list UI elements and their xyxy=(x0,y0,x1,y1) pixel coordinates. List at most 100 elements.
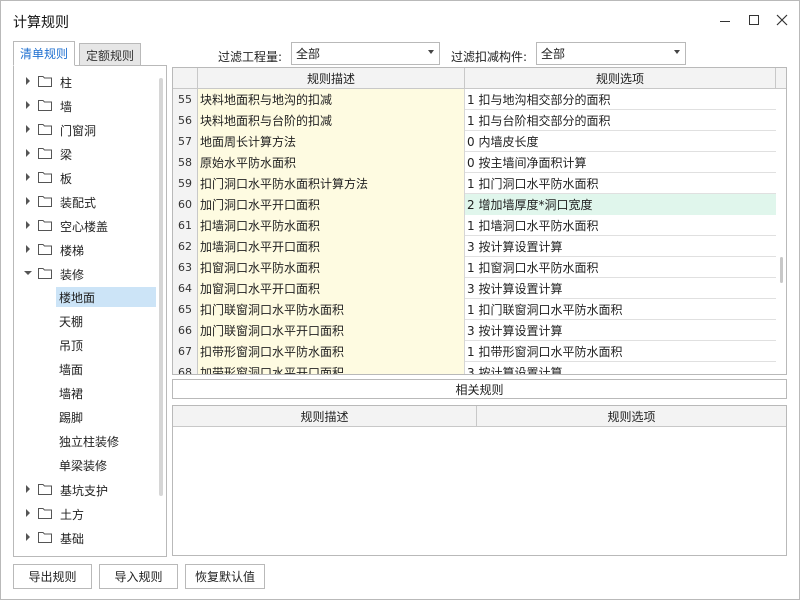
rule-desc-cell: 加窗洞口水平开口面积 xyxy=(198,278,465,299)
related-rules-bar[interactable]: 相关规则 xyxy=(172,379,787,399)
filter-project-select[interactable]: 全部 xyxy=(291,42,440,65)
table-row[interactable]: 68 加带形窗洞口水平开口面积 3 按计算设置计算 xyxy=(173,362,776,374)
tree-node[interactable]: 楼梯 xyxy=(14,238,154,260)
expand-arrow-icon[interactable] xyxy=(26,77,30,85)
table-row[interactable]: 59 扣门洞口水平防水面积计算方法 1 扣门洞口水平防水面积 xyxy=(173,173,776,194)
rule-option-cell[interactable]: 1 扣门洞口水平防水面积 xyxy=(465,173,776,194)
close-icon[interactable] xyxy=(771,9,793,31)
rule-option-cell[interactable]: 0 按主墙间净面积计算 xyxy=(465,152,776,173)
rule-desc-cell: 加门洞口水平开口面积 xyxy=(198,194,465,215)
rules-grid: 规则描述 规则选项 55 块料地面积与地沟的扣减 1 扣与地沟相交部分的面积 56 块料… xyxy=(172,67,787,375)
rule-option-cell[interactable]: 3 按计算设置计算 xyxy=(465,278,776,299)
rule-desc-cell: 扣窗洞口水平防水面积 xyxy=(198,257,465,278)
tree-child-item[interactable]: 踢脚 xyxy=(56,407,156,427)
filter-component-select[interactable]: 全部 xyxy=(536,42,686,65)
folder-icon xyxy=(38,124,52,135)
column-header-option[interactable]: 规则选项 xyxy=(465,68,776,89)
table-row[interactable]: 60 加门洞口水平开口面积 2 增加墙厚度*洞口宽度 xyxy=(173,194,776,215)
tree-child-item[interactable]: 楼地面 xyxy=(56,287,156,307)
related-column-header-desc[interactable]: 规则描述 xyxy=(173,406,477,427)
table-row[interactable]: 62 加墙洞口水平开口面积 3 按计算设置计算 xyxy=(173,236,776,257)
expand-arrow-icon[interactable] xyxy=(26,173,30,181)
rule-option-cell[interactable]: 3 按计算设置计算 xyxy=(465,362,776,374)
tree-child-item[interactable]: 天棚 xyxy=(56,311,156,331)
tree-node[interactable]: 装修 xyxy=(14,262,154,284)
expand-arrow-icon[interactable] xyxy=(26,533,30,541)
rule-option-cell[interactable]: 1 扣窗洞口水平防水面积 xyxy=(465,257,776,278)
tree-node[interactable]: 板 xyxy=(14,166,154,188)
folder-icon xyxy=(38,76,52,87)
export-rules-button[interactable]: 导出规则 xyxy=(13,564,92,589)
tab-quota-rules[interactable]: 定额规则 xyxy=(79,43,142,66)
tree-child-item[interactable]: 墙裙 xyxy=(56,383,156,403)
rule-option-cell[interactable]: 1 扣带形窗洞口水平防水面积 xyxy=(465,341,776,362)
expand-arrow-icon[interactable] xyxy=(26,149,30,157)
expand-arrow-icon[interactable] xyxy=(26,485,30,493)
folder-icon xyxy=(38,244,52,255)
grid-scroll-thumb[interactable] xyxy=(780,257,783,283)
restore-defaults-button[interactable]: 恢复默认值 xyxy=(185,564,265,589)
tree-node[interactable]: 装配式 xyxy=(14,190,154,212)
expand-arrow-icon[interactable] xyxy=(26,221,30,229)
rule-desc-cell: 扣墙洞口水平防水面积 xyxy=(198,215,465,236)
grid-scrollbar[interactable] xyxy=(776,89,786,374)
table-row[interactable]: 57 地面周长计算方法 0 内墙皮长度 xyxy=(173,131,776,152)
tree-node[interactable]: 柱 xyxy=(14,70,154,92)
row-number-cell: 61 xyxy=(173,215,198,236)
tab-list-rules[interactable]: 清单规则 xyxy=(13,41,76,66)
table-row[interactable]: 64 加窗洞口水平开口面积 3 按计算设置计算 xyxy=(173,278,776,299)
collapse-arrow-icon[interactable] xyxy=(24,271,32,275)
table-row[interactable]: 67 扣带形窗洞口水平防水面积 1 扣带形窗洞口水平防水面积 xyxy=(173,341,776,362)
expand-arrow-icon[interactable] xyxy=(26,245,30,253)
maximize-icon[interactable] xyxy=(743,9,765,31)
rule-option-cell[interactable]: 0 内墙皮长度 xyxy=(465,131,776,152)
tree-node[interactable]: 门窗洞 xyxy=(14,118,154,140)
title-bar: 计算规则 xyxy=(1,1,799,39)
expand-arrow-icon[interactable] xyxy=(26,509,30,517)
tree-child-item[interactable]: 墙面 xyxy=(56,359,156,379)
table-row[interactable]: 56 块料地面积与台阶的扣减 1 扣与台阶相交部分的面积 xyxy=(173,110,776,131)
related-column-header-option[interactable]: 规则选项 xyxy=(477,406,786,427)
table-row[interactable]: 63 扣窗洞口水平防水面积 1 扣窗洞口水平防水面积 xyxy=(173,257,776,278)
minimize-icon[interactable] xyxy=(714,9,736,31)
rule-desc-cell: 扣门洞口水平防水面积计算方法 xyxy=(198,173,465,194)
expand-arrow-icon[interactable] xyxy=(26,125,30,133)
import-rules-button[interactable]: 导入规则 xyxy=(99,564,178,589)
tree-node[interactable]: 基坑支护 xyxy=(14,478,154,500)
tree-node[interactable]: 梁 xyxy=(14,142,154,164)
expand-arrow-icon[interactable] xyxy=(26,197,30,205)
table-row[interactable]: 61 扣墙洞口水平防水面积 1 扣墙洞口水平防水面积 xyxy=(173,215,776,236)
tree-node-label: 柱 xyxy=(60,76,73,90)
expand-arrow-icon[interactable] xyxy=(26,101,30,109)
tree-node-label: 板 xyxy=(60,172,73,186)
rule-option-cell[interactable]: 1 扣墙洞口水平防水面积 xyxy=(465,215,776,236)
rule-option-cell[interactable]: 1 扣门联窗洞口水平防水面积 xyxy=(465,299,776,320)
calc-rules-window: 计算规则 清单规则 定额规则 过滤工程量: 全部 过滤扣减构件: 全部 柱墙门窗… xyxy=(0,0,800,600)
table-row[interactable]: 65 扣门联窗洞口水平防水面积 1 扣门联窗洞口水平防水面积 xyxy=(173,299,776,320)
rule-option-cell[interactable]: 3 按计算设置计算 xyxy=(465,236,776,257)
rule-option-cell[interactable]: 1 扣与台阶相交部分的面积 xyxy=(465,110,776,131)
tree-node[interactable]: 墙 xyxy=(14,94,154,116)
rule-desc-cell: 扣带形窗洞口水平防水面积 xyxy=(198,341,465,362)
column-header-desc[interactable]: 规则描述 xyxy=(198,68,465,89)
component-tree: 柱墙门窗洞梁板装配式 空心楼盖 楼梯装修楼地面天棚吊顶墙面墙裙踢脚独立柱装修单梁装修… xyxy=(13,65,167,557)
tree-node-label: 基础 xyxy=(60,532,85,546)
rule-option-cell[interactable]: 3 按计算设置计算 xyxy=(465,320,776,341)
rule-option-cell[interactable]: 2 增加墙厚度*洞口宽度 xyxy=(465,194,776,215)
folder-icon xyxy=(38,508,52,519)
table-row[interactable]: 55 块料地面积与地沟的扣减 1 扣与地沟相交部分的面积 xyxy=(173,89,776,110)
folder-icon xyxy=(38,220,52,231)
tree-child-item[interactable]: 吊顶 xyxy=(56,335,156,355)
rule-option-cell[interactable]: 1 扣与地沟相交部分的面积 xyxy=(465,89,776,110)
table-row[interactable]: 66 加门联窗洞口水平开口面积 3 按计算设置计算 xyxy=(173,320,776,341)
related-rules-grid: 规则描述 规则选项 xyxy=(172,405,787,556)
table-row[interactable]: 58 原始水平防水面积 0 按主墙间净面积计算 xyxy=(173,152,776,173)
tree-node[interactable]: 基础 xyxy=(14,526,154,548)
tree-child-item[interactable]: 独立柱装修 xyxy=(56,431,156,451)
tree-node[interactable]: 空心楼盖 xyxy=(14,214,154,236)
tree-scrollbar[interactable] xyxy=(159,78,163,496)
tree-node-label: 装修 xyxy=(60,268,85,282)
tree-node[interactable]: 土方 xyxy=(14,502,154,524)
row-number-cell: 68 xyxy=(173,362,198,374)
tree-child-item[interactable]: 单梁装修 xyxy=(56,455,156,475)
